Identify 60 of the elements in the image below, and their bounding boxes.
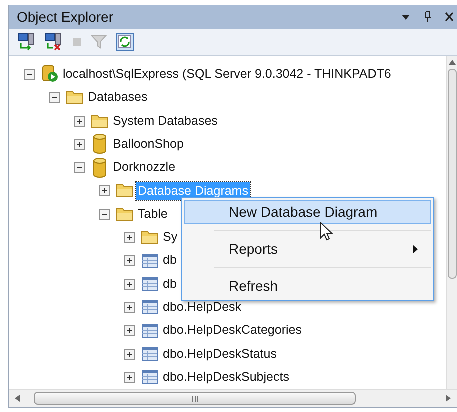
server-icon	[41, 65, 59, 84]
database-icon	[93, 158, 107, 178]
tree-item[interactable]: dbo.HelpDeskStatus	[161, 344, 279, 364]
expand-icon[interactable]	[124, 348, 135, 360]
folder-icon	[116, 183, 134, 198]
expand-icon[interactable]	[124, 325, 135, 336]
expand-icon[interactable]	[124, 232, 135, 244]
tree-item[interactable]: db	[161, 274, 179, 294]
expand-icon[interactable]	[124, 372, 135, 383]
collapse-icon[interactable]	[74, 162, 85, 174]
close-icon[interactable]	[445, 12, 453, 22]
tree-item[interactable]: BalloonShop	[111, 135, 186, 154]
expand-icon[interactable]	[99, 185, 110, 196]
tree-item[interactable]: localhost\SqlExpress (SQL Server 9.0.3042 - THINKPADT6	[61, 65, 394, 84]
pin-icon[interactable]	[423, 11, 433, 24]
scroll-up-icon[interactable]	[448, 60, 456, 65]
folder-icon	[116, 206, 134, 222]
collapse-icon[interactable]	[99, 208, 110, 220]
tree-item[interactable]: Dorknozzle	[111, 158, 178, 178]
scroll-left-icon[interactable]	[15, 395, 20, 402]
tree-item[interactable]: dbo.HelpDesk	[161, 298, 244, 317]
tree-item[interactable]: Databases	[86, 88, 150, 108]
tree-item[interactable]: dbo.HelpDeskSubjects	[161, 368, 292, 387]
tree-item[interactable]: Table	[136, 204, 170, 224]
table-icon	[142, 300, 158, 314]
scrollbar-thumb[interactable]	[448, 68, 456, 279]
table-icon	[142, 277, 158, 292]
window-title: Object Explorer	[17, 8, 114, 27]
vertical-scrollbar[interactable]	[446, 56, 457, 389]
collapse-icon[interactable]	[49, 92, 60, 104]
expand-icon[interactable]	[74, 116, 85, 127]
table-icon	[142, 347, 158, 362]
table-icon	[142, 254, 158, 268]
menu-item[interactable]: Reports	[184, 237, 431, 261]
table-icon	[142, 324, 158, 338]
tree-item[interactable]: Sy	[161, 228, 180, 247]
tree-item[interactable]: System Databases	[111, 112, 220, 130]
tree-item[interactable]: dbo.HelpDeskCategories	[161, 321, 304, 340]
scroll-right-icon[interactable]	[446, 395, 451, 402]
menu-item[interactable]: New Database Diagram	[184, 200, 431, 224]
folder-icon	[141, 230, 159, 246]
refresh-icon[interactable]	[116, 33, 134, 52]
menu-item[interactable]: Refresh	[184, 274, 431, 298]
scrollbar-thumb[interactable]	[34, 392, 356, 405]
expand-icon[interactable]	[124, 302, 135, 313]
dropdown-icon[interactable]	[401, 12, 411, 22]
collapse-icon[interactable]	[24, 68, 35, 80]
folder-icon	[66, 90, 84, 106]
connect-icon[interactable]	[18, 33, 36, 52]
expand-icon[interactable]	[124, 255, 135, 266]
horizontal-scrollbar[interactable]	[9, 389, 457, 407]
grip-icon	[192, 396, 198, 402]
database-icon	[93, 134, 107, 154]
folder-icon	[91, 114, 109, 129]
expand-icon[interactable]	[124, 278, 135, 290]
expand-icon[interactable]	[74, 138, 85, 150]
table-icon	[142, 370, 158, 384]
mouse-pointer-icon	[320, 222, 334, 242]
tree-item[interactable]: db	[161, 251, 179, 270]
disconnect-icon[interactable]	[45, 33, 63, 52]
